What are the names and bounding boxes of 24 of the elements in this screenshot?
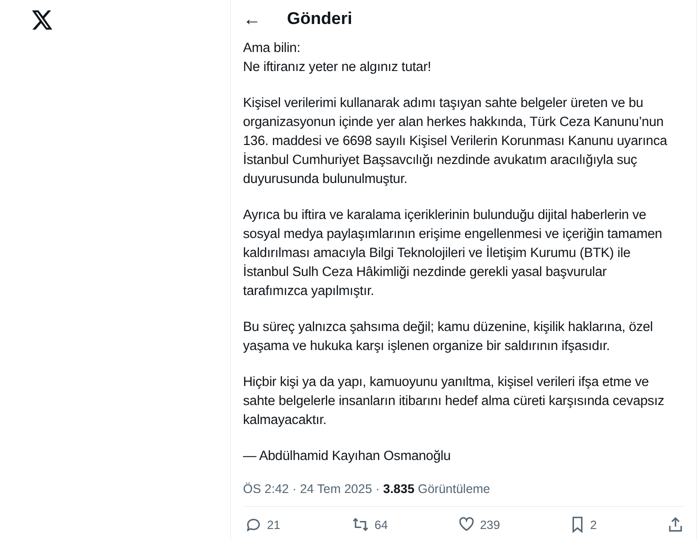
like-button[interactable]: 239: [458, 516, 500, 533]
share-button[interactable]: [667, 516, 684, 533]
action-count: 21: [267, 518, 280, 532]
post-paragraph: — Abdülhamid Kayıhan Osmanoğlu: [243, 447, 451, 465]
reply-button[interactable]: 21: [245, 516, 280, 533]
post-paragraph: Ama bilin: Ne iftiranız yeter ne algınız tutar!: [243, 39, 432, 76]
comment-icon: [245, 516, 262, 533]
share-icon: [667, 516, 684, 533]
x-logo-icon[interactable]: [32, 10, 53, 30]
action-count: 2: [590, 518, 597, 532]
bookmark-icon: [570, 516, 586, 533]
bookmark-button[interactable]: 2: [570, 516, 597, 533]
back-button[interactable]: ←: [243, 8, 261, 30]
post-paragraph: Hiçbir kişi ya da yapı, kamuoyunu yanıltma, kişisel verileri ifşa etme ve sahte belgelerle insanların itibarını hedef alma cüreti karşısında cevapsız kalmayacaktır.: [243, 373, 664, 429]
action-count: 239: [480, 518, 500, 532]
heart-icon: [458, 516, 475, 533]
repost-button[interactable]: 64: [350, 516, 388, 533]
post-paragraph: Kişisel verilerimi kullanarak adımı taşıyan sahte belgeler üreten ve bu organizasyonun içinde yer alan herkes hakkında, Türk Ceza Kanunu’nun 136. maddesi ve 6698 sayılı Kişisel Verilerin Korunması Kanunu uyarınca İstanbul Cumhuriyet Başsavcılığı nezdinde avukatım aracılığıyla suç duyurusunda bulunulmuştur.: [243, 94, 668, 188]
post-paragraph: Ayrıca bu iftira ve karalama içeriklerinin bulunduğu dijital haberlerin ve sosyal medya paylaşımlarının erişime engellenmesi ve içeriğin tamamen kaldırılması amacıyla Bilgi Teknolojileri ve İletişim Kurumu (BTK) ile İstanbul Sulh Ceza Hâkimliği nezdinde gerekli yasal başvurular tarafımızca yapılmıştır.: [243, 206, 662, 300]
action-count: 64: [374, 518, 388, 532]
post-paragraph: Bu süreç yalnızca şahsıma değil; kamu düzenine, kişilik haklarına, özel yaşama ve hukuka karşı işlenen organize bir saldırının ifşasıdır.: [243, 318, 653, 355]
repost-icon: [350, 516, 370, 533]
page-title: Gönderi: [287, 9, 352, 29]
post-meta: ÖS 2:42 · 24 Tem 2025 · 3.835 Görüntüleme: [243, 482, 684, 507]
